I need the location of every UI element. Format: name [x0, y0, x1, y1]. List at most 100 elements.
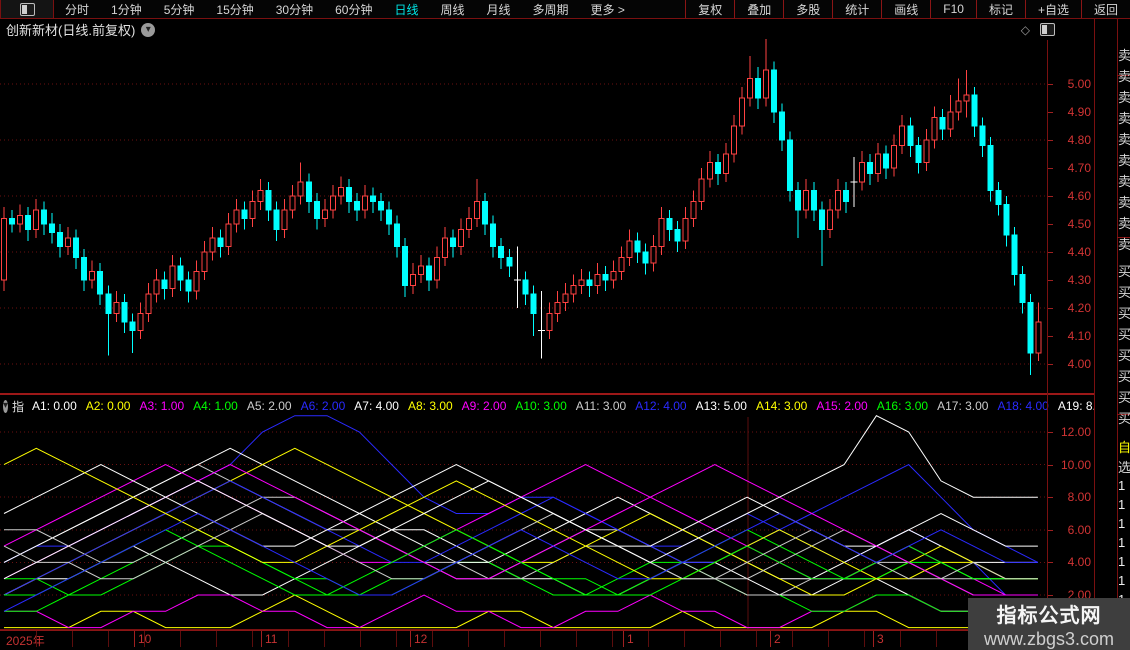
price-label-4.60: 4.60: [1068, 189, 1091, 203]
axis-tick: [1048, 224, 1053, 225]
candle-down: [779, 104, 784, 152]
candle-up: [731, 115, 736, 163]
candle-body: [627, 241, 632, 258]
chevron-down-icon[interactable]: ▾: [141, 23, 155, 37]
right-strip-item: 1: [1118, 516, 1125, 531]
candle-body: [747, 78, 752, 98]
price-axis: 5.004.904.804.704.604.504.404.304.204.10…: [1048, 0, 1094, 650]
period-tab-周线[interactable]: 周线: [429, 1, 475, 18]
period-tab-月线[interactable]: 月线: [476, 1, 522, 18]
date-minor-tick: [720, 631, 721, 647]
candle-up: [290, 185, 295, 219]
candle-up: [747, 56, 752, 106]
date-minor-tick: [324, 631, 325, 647]
axis-left-border: [1047, 40, 1048, 646]
period-tab-1分钟[interactable]: 1分钟: [100, 1, 153, 18]
candle-body: [138, 314, 143, 331]
candle-down: [306, 174, 311, 213]
candle-body: [114, 302, 119, 313]
candle-body: [675, 230, 680, 241]
axis-tick: [1048, 336, 1053, 337]
candle-body: [18, 216, 23, 224]
candle-down: [820, 202, 825, 266]
candle-body: [836, 190, 841, 210]
toolbar-button-多股[interactable]: 多股: [783, 0, 832, 18]
candle-body: [820, 210, 825, 230]
candle-down: [507, 249, 512, 277]
indicator-param-A14: A14: 3.00: [756, 399, 807, 413]
candle-body: [964, 95, 969, 101]
candle-body: [892, 146, 897, 168]
toolbar-button-复权[interactable]: 复权: [685, 0, 734, 18]
candle-body: [314, 202, 319, 219]
toolbar-button-叠加[interactable]: 叠加: [734, 0, 783, 18]
candle-up: [627, 230, 632, 266]
right-panel-edge[interactable]: 卖卖卖卖卖卖卖卖卖卖买买买买买买买买自选11111111: [1095, 19, 1130, 650]
candle-body: [547, 314, 552, 331]
toolbar-button-画线[interactable]: 画线: [881, 0, 930, 18]
candle-up: [1036, 302, 1041, 361]
price-label-4.00: 4.00: [1068, 357, 1091, 371]
indicator-param-A11: A11: 3.00: [576, 399, 626, 413]
candle-down: [787, 132, 792, 202]
period-tab-15分钟[interactable]: 15分钟: [205, 1, 264, 18]
indicator-value-label-10.00: 10.00: [1061, 458, 1091, 472]
candle-up: [443, 227, 448, 266]
date-minor-tick: [540, 631, 541, 647]
date-minor-tick: [36, 631, 37, 647]
period-tab-日线[interactable]: 日线: [383, 1, 429, 18]
candle-body: [980, 126, 985, 146]
candle-body: [330, 196, 335, 210]
candle-body: [58, 232, 63, 246]
candle-body: [66, 238, 71, 246]
toolbar-button-标记[interactable]: 标记: [976, 0, 1025, 18]
candle-body: [170, 266, 175, 288]
period-tab-多周期[interactable]: 多周期: [522, 1, 580, 18]
candle-down: [531, 286, 536, 336]
right-strip-item: 买: [1118, 366, 1130, 385]
period-tab-5分钟[interactable]: 5分钟: [153, 1, 206, 18]
candle-up: [924, 129, 929, 171]
diamond-icon[interactable]: ◇: [1021, 23, 1030, 37]
indicator-params: A1: 0.00A2: 0.00A3: 1.00A4: 1.00A5: 2.00…: [32, 399, 1095, 413]
candle-up: [170, 255, 175, 297]
period-tab-更多 >[interactable]: 更多 >: [580, 1, 636, 18]
period-tab-60分钟[interactable]: 60分钟: [324, 1, 383, 18]
date-minor-tick: [648, 631, 649, 647]
layout-toggle[interactable]: [0, 0, 54, 18]
indicator-name[interactable]: 股朋指标网: [12, 396, 24, 416]
candle-body: [523, 280, 528, 294]
candle-down: [122, 294, 127, 333]
candle-up: [114, 291, 119, 322]
candle-body: [467, 218, 472, 229]
watermark-site-name: 指标公式网: [997, 599, 1102, 628]
period-tab-30分钟[interactable]: 30分钟: [265, 1, 324, 18]
candle-body: [579, 280, 584, 286]
candle-up: [876, 143, 881, 182]
candle-up: [154, 269, 159, 303]
date-minor-tick: [180, 631, 181, 647]
candle-body: [378, 202, 383, 210]
candle-down: [386, 202, 391, 236]
candle-body: [194, 272, 199, 292]
candle-body: [451, 238, 456, 246]
date-month-tick: [873, 631, 874, 647]
candle-up: [763, 39, 768, 106]
candle-up: [956, 78, 961, 120]
candle-body: [106, 294, 111, 314]
right-strip-item: 买: [1118, 324, 1130, 343]
candle-body: [563, 294, 568, 302]
indicator-chart[interactable]: [0, 417, 1047, 629]
candle-body: [916, 146, 921, 163]
candlestick-chart[interactable]: [0, 40, 1047, 392]
toolbar-button-F10[interactable]: F10: [930, 0, 976, 18]
candle-body: [611, 272, 616, 280]
indicator-param-A4: A4: 1.00: [193, 399, 238, 413]
candle-up: [892, 134, 897, 176]
toolbar-button-统计[interactable]: 统计: [832, 0, 881, 18]
candle-body: [884, 154, 889, 168]
candle-down: [346, 179, 351, 213]
period-tab-分时[interactable]: 分时: [54, 1, 100, 18]
indicator-collapse-icon[interactable]: ▾: [3, 400, 8, 413]
indicator-param-A13: A13: 5.00: [696, 399, 747, 413]
